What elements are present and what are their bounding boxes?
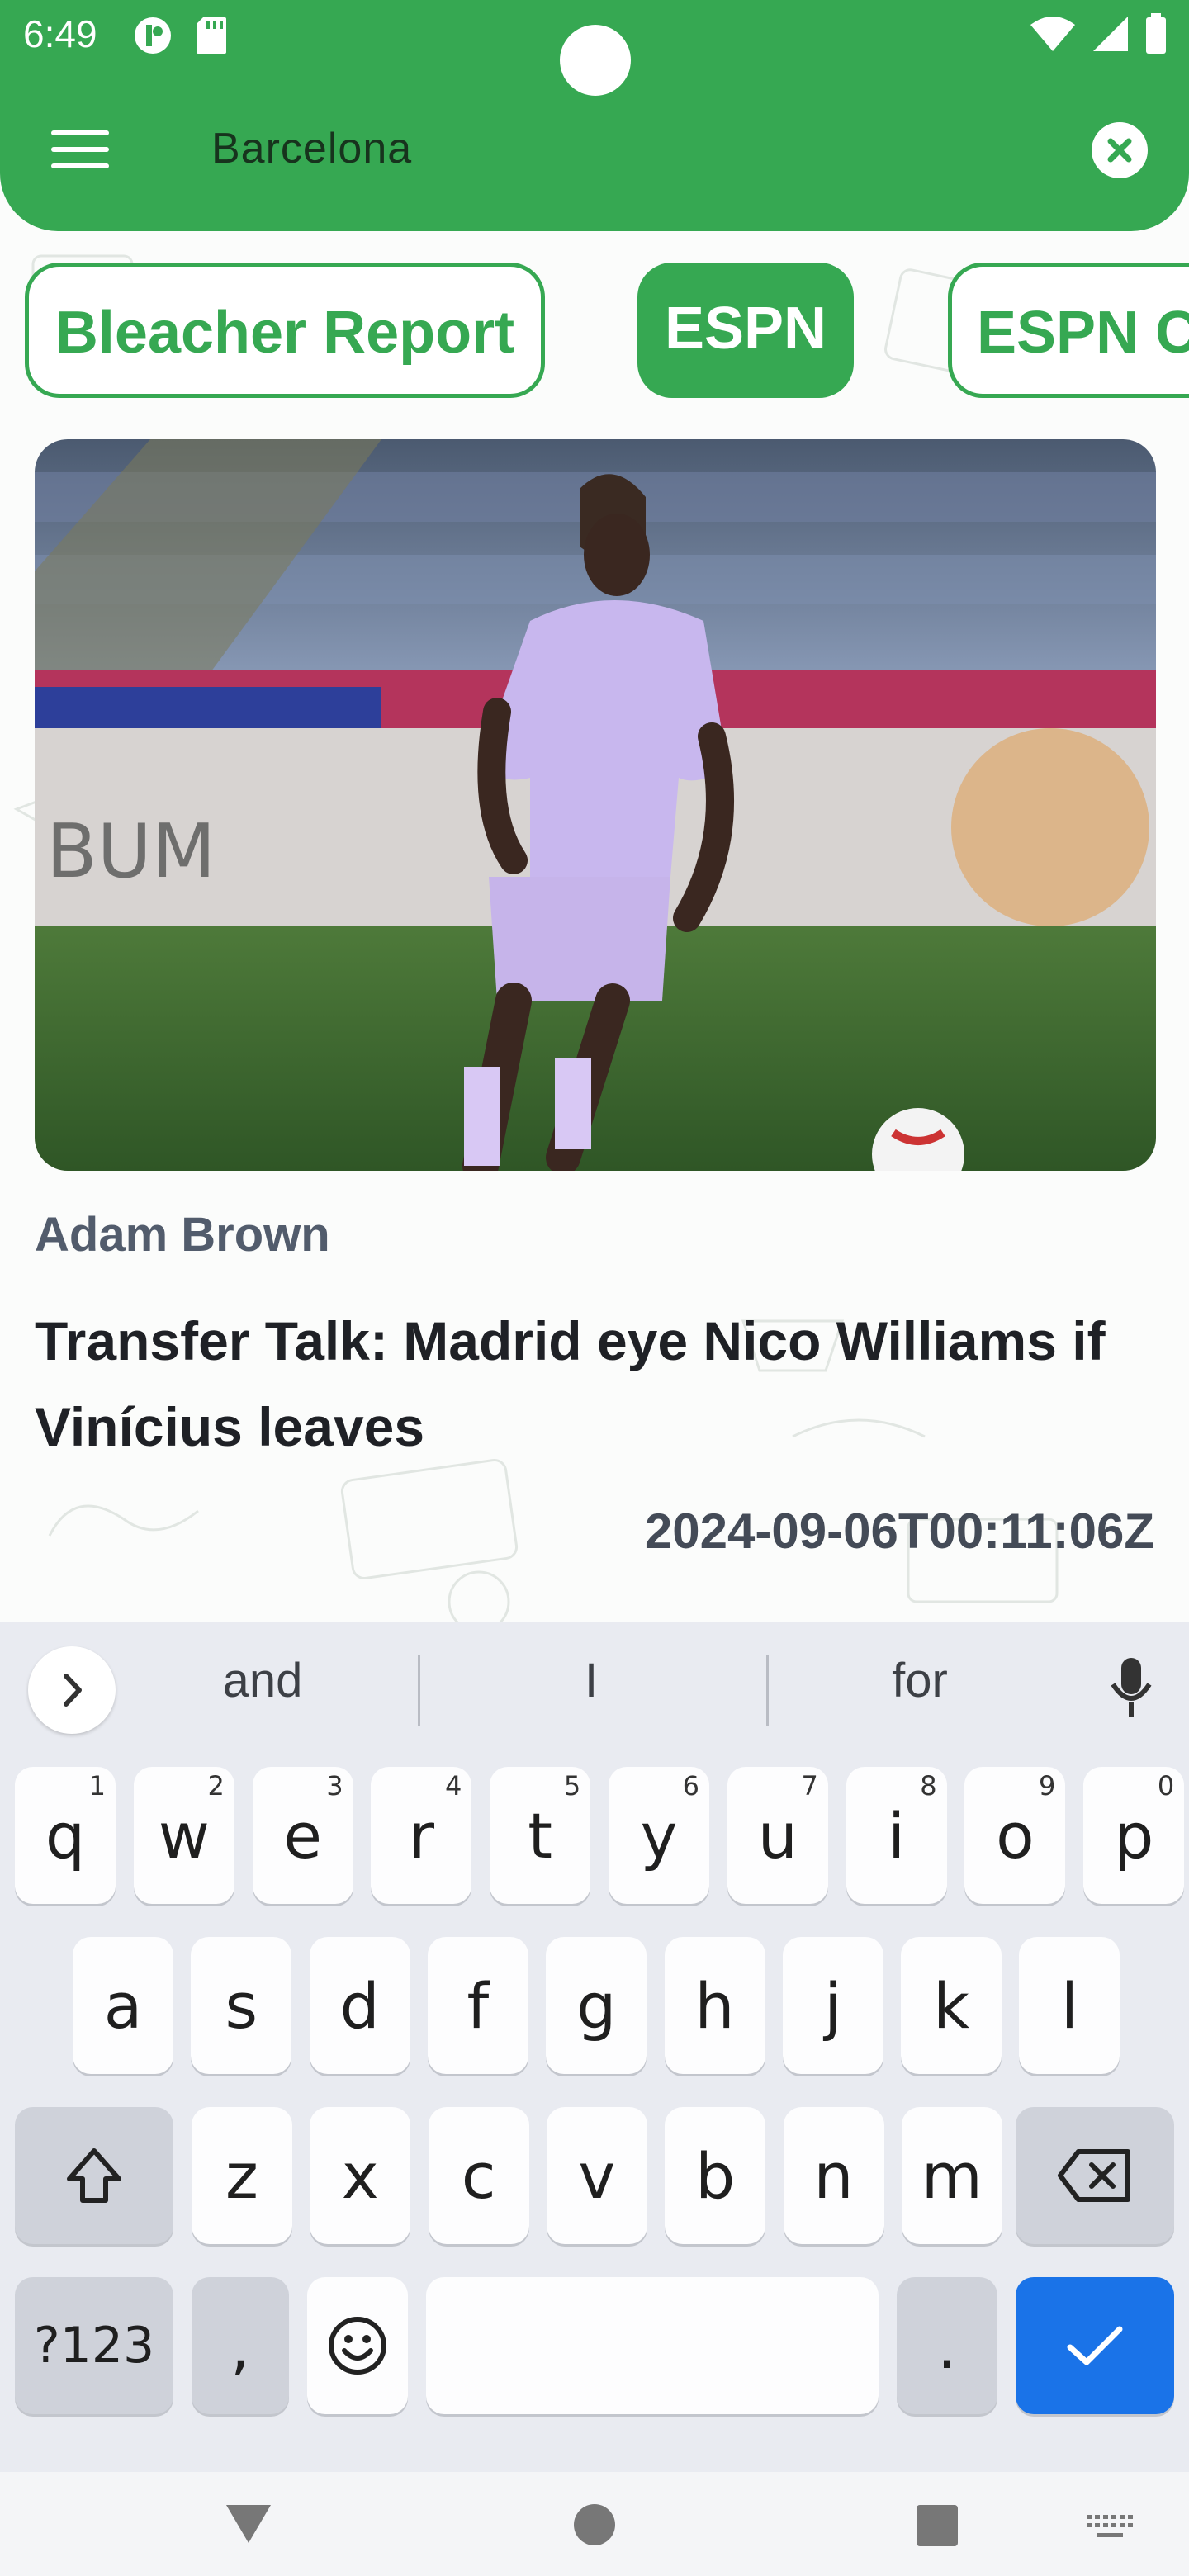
shift-key[interactable] bbox=[15, 2107, 173, 2244]
key-j[interactable]: j bbox=[782, 1937, 883, 2074]
article-title[interactable]: Transfer Talk: Madrid eye Nico Williams … bbox=[35, 1298, 1166, 1470]
checkmark-icon bbox=[1067, 2326, 1123, 2365]
microphone-icon[interactable] bbox=[1106, 1655, 1156, 1721]
key-z[interactable]: z bbox=[192, 2107, 292, 2244]
period-key[interactable]: . bbox=[897, 2277, 997, 2414]
on-screen-keyboard: and I for ?123 , . q 1 w 2 e 3 r 4 t 5 y… bbox=[0, 1622, 1189, 2576]
key-m[interactable]: m bbox=[901, 2107, 1002, 2244]
camera-cutout bbox=[560, 25, 631, 96]
home-icon[interactable] bbox=[573, 2503, 616, 2546]
sd-card-icon bbox=[197, 17, 226, 54]
back-icon[interactable] bbox=[225, 2503, 272, 2545]
status-notification-icons bbox=[132, 15, 228, 56]
key-number-hint: 7 bbox=[801, 1770, 818, 1802]
key-l[interactable]: l bbox=[1019, 1937, 1120, 2074]
key-number-hint: 3 bbox=[326, 1770, 343, 1802]
key-x[interactable]: x bbox=[310, 2107, 411, 2244]
key-b[interactable]: b bbox=[665, 2107, 766, 2244]
key-t[interactable]: t5 bbox=[490, 1767, 591, 1904]
search-input[interactable]: Barcelona bbox=[211, 124, 412, 173]
key-letter: r bbox=[408, 1798, 435, 1873]
chip-espn-c[interactable]: ESPN C bbox=[948, 263, 1189, 398]
key-letter: e bbox=[283, 1798, 322, 1873]
key-number-hint: 1 bbox=[88, 1770, 106, 1802]
key-a[interactable]: a bbox=[73, 1937, 173, 2074]
backspace-icon bbox=[1058, 2149, 1130, 2202]
suggestion-divider bbox=[418, 1655, 420, 1726]
chip-bleacher-report[interactable]: Bleacher Report bbox=[25, 263, 545, 398]
article-author: Adam Brown bbox=[35, 1208, 330, 1262]
key-p[interactable]: p0 bbox=[1083, 1767, 1185, 1904]
key-g[interactable]: g bbox=[546, 1937, 647, 2074]
article-image[interactable]: BUM bbox=[35, 439, 1156, 1171]
key-o[interactable]: o9 bbox=[964, 1767, 1066, 1904]
status-system-icons bbox=[1029, 13, 1168, 54]
key-y[interactable]: y6 bbox=[609, 1767, 709, 1904]
suggestion-divider bbox=[766, 1655, 769, 1726]
key-letter: t bbox=[528, 1798, 553, 1873]
key-letter: i bbox=[888, 1798, 906, 1873]
svg-text:BUM: BUM bbox=[46, 808, 216, 895]
wifi-icon bbox=[1030, 17, 1075, 51]
key-number-hint: 5 bbox=[563, 1770, 581, 1802]
news-app-screen: 6:49 Barcelona Bleacher Report ESPN ESPN… bbox=[0, 0, 1189, 2576]
key-number-hint: 0 bbox=[1157, 1770, 1175, 1802]
enter-key[interactable] bbox=[1016, 2277, 1174, 2414]
app-header: 6:49 Barcelona bbox=[0, 0, 1189, 231]
key-letter: o bbox=[996, 1798, 1035, 1873]
clear-search-button[interactable] bbox=[1092, 122, 1148, 178]
system-navigation-bar bbox=[0, 2472, 1189, 2576]
suggestion-3[interactable]: for bbox=[796, 1653, 1044, 1708]
key-number-hint: 8 bbox=[920, 1770, 937, 1802]
key-number-hint: 2 bbox=[207, 1770, 225, 1802]
suggestion-1[interactable]: and bbox=[139, 1653, 386, 1708]
battery-icon bbox=[1146, 13, 1166, 54]
key-i[interactable]: i8 bbox=[846, 1767, 947, 1904]
close-icon bbox=[1107, 138, 1132, 163]
key-letter: q bbox=[45, 1798, 86, 1873]
space-key[interactable] bbox=[426, 2277, 879, 2414]
key-k[interactable]: k bbox=[901, 1937, 1002, 2074]
key-letter: w bbox=[158, 1798, 210, 1873]
recents-icon[interactable] bbox=[917, 2505, 958, 2546]
key-number-hint: 9 bbox=[1039, 1770, 1056, 1802]
key-c[interactable]: c bbox=[428, 2107, 529, 2244]
key-d[interactable]: d bbox=[309, 1937, 410, 2074]
keyboard-switch-icon[interactable] bbox=[1087, 2515, 1133, 2540]
expand-toolbar-button[interactable] bbox=[28, 1646, 116, 1734]
key-f[interactable]: f bbox=[427, 1937, 528, 2074]
key-letter: y bbox=[640, 1798, 678, 1873]
key-r[interactable]: r4 bbox=[371, 1767, 472, 1904]
shift-icon bbox=[67, 2148, 121, 2203]
football-player-photo: BUM bbox=[35, 439, 1156, 1171]
chevron-right-icon bbox=[64, 1674, 82, 1707]
symbols-key[interactable]: ?123 bbox=[15, 2277, 173, 2414]
key-letter: u bbox=[757, 1798, 798, 1873]
key-v[interactable]: v bbox=[546, 2107, 647, 2244]
suggestion-2[interactable]: I bbox=[467, 1653, 715, 1708]
key-q[interactable]: q1 bbox=[15, 1767, 116, 1904]
menu-icon[interactable] bbox=[51, 130, 109, 172]
suggestion-strip: and I for bbox=[0, 1622, 1189, 1747]
app-notification-icon bbox=[135, 17, 171, 54]
chip-espn[interactable]: ESPN bbox=[637, 263, 854, 398]
comma-key[interactable]: , bbox=[192, 2277, 289, 2414]
key-number-hint: 6 bbox=[682, 1770, 699, 1802]
emoji-icon bbox=[329, 2317, 386, 2375]
cell-signal-icon bbox=[1093, 17, 1128, 51]
key-s[interactable]: s bbox=[191, 1937, 292, 2074]
source-chips: Bleacher Report ESPN ESPN C bbox=[0, 263, 1189, 398]
key-e[interactable]: e3 bbox=[252, 1767, 353, 1904]
key-w[interactable]: w2 bbox=[133, 1767, 234, 1904]
key-n[interactable]: n bbox=[783, 2107, 884, 2244]
emoji-key[interactable] bbox=[307, 2277, 408, 2414]
key-u[interactable]: u7 bbox=[727, 1767, 828, 1904]
key-h[interactable]: h bbox=[664, 1937, 765, 2074]
key-letter: p bbox=[1114, 1798, 1154, 1873]
article-date: 2024-09-06T00:11:06Z bbox=[644, 1503, 1154, 1559]
key-number-hint: 4 bbox=[445, 1770, 462, 1802]
status-time: 6:49 bbox=[23, 12, 97, 55]
backspace-key[interactable] bbox=[1016, 2107, 1174, 2244]
